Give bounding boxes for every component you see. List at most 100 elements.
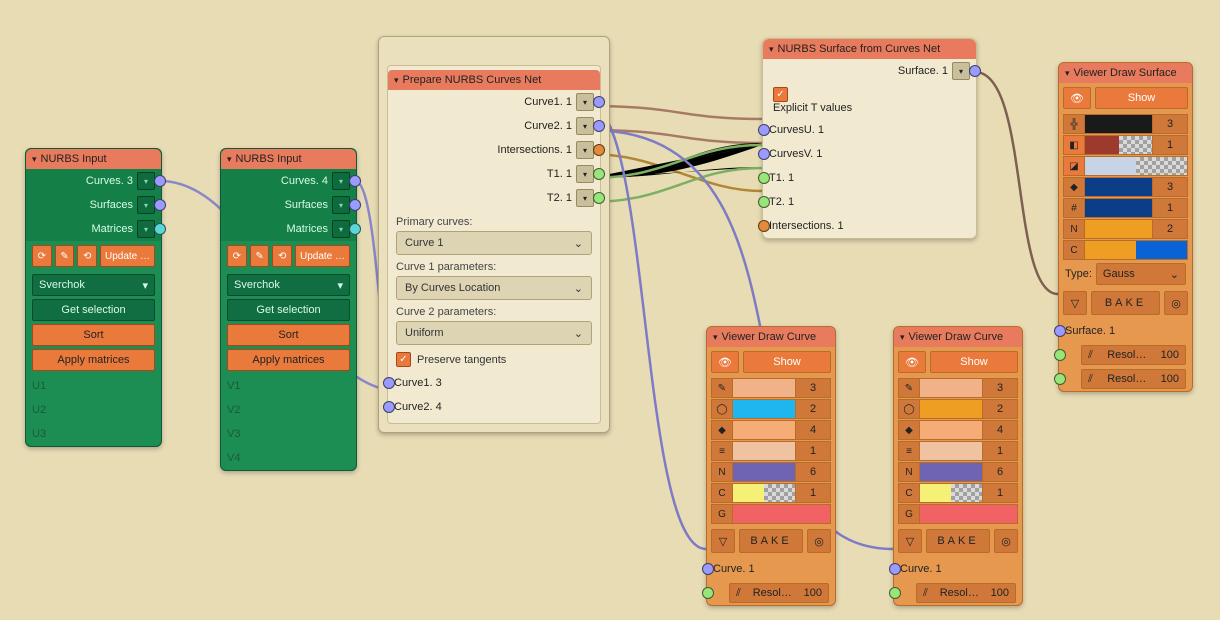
swatch-row[interactable]: ◯2 bbox=[898, 399, 1018, 419]
apply-matrices-button[interactable]: Apply matrices bbox=[227, 349, 350, 371]
socket-icon[interactable] bbox=[593, 96, 605, 108]
row-icon[interactable]: ✎ bbox=[711, 378, 733, 398]
node-header[interactable]: ▾ NURBS Surface from Curves Net bbox=[763, 39, 976, 59]
node-surface-from-curves-net[interactable]: ▾ NURBS Surface from Curves Net Surface.… bbox=[762, 38, 977, 239]
row-value[interactable]: 2 bbox=[983, 399, 1018, 419]
color-swatch[interactable] bbox=[733, 483, 796, 503]
row-value[interactable]: 4 bbox=[796, 420, 831, 440]
swatch-row[interactable]: ◪ bbox=[1063, 156, 1188, 176]
color-swatch[interactable] bbox=[920, 483, 983, 503]
resolution-slider[interactable]: ⫽ Resol… 100 bbox=[916, 583, 1016, 603]
row-value[interactable]: 4 bbox=[983, 420, 1018, 440]
target-icon[interactable]: ◎ bbox=[994, 529, 1018, 553]
output-surfaces[interactable]: Surfaces ▾ bbox=[221, 193, 356, 217]
color-swatch[interactable] bbox=[1085, 114, 1153, 134]
socket-icon[interactable] bbox=[349, 199, 361, 211]
row-icon[interactable]: ╬ bbox=[1063, 114, 1085, 134]
color-swatch[interactable] bbox=[1085, 219, 1153, 239]
output-matrices[interactable]: Matrices ▾ bbox=[221, 217, 356, 241]
socket-icon[interactable] bbox=[593, 192, 605, 204]
color-swatch[interactable] bbox=[1085, 156, 1188, 176]
ops-icon[interactable]: ⟳ bbox=[227, 245, 247, 267]
target-icon[interactable]: ◎ bbox=[1164, 291, 1188, 315]
node-viewer-draw-curve-b[interactable]: ▾ Viewer Draw Curve 👁 Show ✎3◯2◆4≡1N6C1G… bbox=[893, 326, 1023, 606]
refresh-icon[interactable]: ⟲ bbox=[272, 245, 292, 267]
color-swatch[interactable] bbox=[920, 462, 983, 482]
row-value[interactable]: 1 bbox=[796, 441, 831, 461]
output-curves[interactable]: Curves. 3 ▾ bbox=[26, 169, 161, 193]
swatch-row[interactable]: C1 bbox=[898, 483, 1018, 503]
node-header[interactable]: ▾ Viewer Draw Surface bbox=[1059, 63, 1192, 83]
input-curve[interactable]: Curve. 1 bbox=[707, 557, 835, 581]
socket-icon[interactable] bbox=[154, 223, 166, 235]
update-button[interactable]: Update … bbox=[100, 245, 155, 267]
swatch-row[interactable]: ╬3 bbox=[1063, 114, 1188, 134]
output-curve1[interactable]: Curve1. 1 ▾ bbox=[388, 90, 600, 114]
row-value[interactable]: 3 bbox=[1153, 114, 1188, 134]
socket-icon[interactable] bbox=[593, 168, 605, 180]
dropdown-icon[interactable]: ▾ bbox=[137, 172, 155, 190]
row-icon[interactable]: ◯ bbox=[898, 399, 920, 419]
row-icon[interactable]: ◯ bbox=[711, 399, 733, 419]
input-resolution-u[interactable]: ⫽ Resol… 100 bbox=[1059, 343, 1192, 367]
color-swatch[interactable] bbox=[733, 399, 796, 419]
node-nurbs-input-b[interactable]: ▾ NURBS Input Curves. 4 ▾ Surfaces ▾ Mat… bbox=[220, 148, 357, 471]
color-swatch[interactable] bbox=[733, 420, 796, 440]
bake-button[interactable]: BAKE bbox=[739, 529, 803, 553]
socket-icon[interactable] bbox=[889, 587, 901, 599]
input-intersections[interactable]: Intersections. 1 bbox=[763, 214, 976, 238]
socket-icon[interactable] bbox=[702, 587, 714, 599]
socket-icon[interactable] bbox=[154, 199, 166, 211]
row-icon[interactable]: ◆ bbox=[1063, 177, 1085, 197]
dropdown-icon[interactable]: ▾ bbox=[332, 172, 350, 190]
input-curves-v[interactable]: CurvesV. 1 bbox=[763, 142, 976, 166]
get-selection-button[interactable]: Get selection bbox=[32, 299, 155, 321]
row-icon[interactable]: ◪ bbox=[1063, 156, 1085, 176]
input-curve1[interactable]: Curve1. 3 bbox=[388, 371, 600, 395]
input-resolution[interactable]: ⫽ Resol… 100 bbox=[707, 581, 835, 605]
node-viewer-draw-surface[interactable]: ▾ Viewer Draw Surface 👁 Show ╬3◧1◪◆3#1N2… bbox=[1058, 62, 1193, 392]
socket-icon[interactable] bbox=[758, 148, 770, 160]
swatch-row[interactable]: ◆3 bbox=[1063, 177, 1188, 197]
socket-icon[interactable] bbox=[758, 172, 770, 184]
row-icon[interactable]: ✎ bbox=[898, 378, 920, 398]
row-icon[interactable]: N bbox=[898, 462, 920, 482]
show-button[interactable]: Show bbox=[930, 351, 1018, 373]
color-swatch[interactable] bbox=[733, 441, 796, 461]
sort-button[interactable]: Sort bbox=[32, 324, 155, 346]
swatch-row[interactable]: ≡1 bbox=[898, 441, 1018, 461]
color-swatch[interactable] bbox=[920, 378, 983, 398]
apply-matrices-button[interactable]: Apply matrices bbox=[32, 349, 155, 371]
swatch-row[interactable]: N6 bbox=[711, 462, 831, 482]
dropdown-icon[interactable]: ▾ bbox=[576, 141, 594, 159]
node-header[interactable]: ▾ Prepare NURBS Curves Net bbox=[388, 70, 600, 90]
swatch-row[interactable]: G bbox=[898, 504, 1018, 524]
swatch-row[interactable]: ◆4 bbox=[711, 420, 831, 440]
node-header[interactable]: ▾ NURBS Input bbox=[26, 149, 161, 169]
get-selection-button[interactable]: Get selection bbox=[227, 299, 350, 321]
visibility-toggle[interactable]: 👁 bbox=[898, 351, 926, 373]
socket-icon[interactable] bbox=[969, 65, 981, 77]
row-value[interactable]: 1 bbox=[983, 441, 1018, 461]
socket-icon[interactable] bbox=[758, 124, 770, 136]
primary-select[interactable]: Curve 1⌄ bbox=[396, 231, 592, 255]
output-surfaces[interactable]: Surfaces ▾ bbox=[26, 193, 161, 217]
target-icon[interactable]: ◎ bbox=[807, 529, 831, 553]
dropdown-icon[interactable]: ▾ bbox=[576, 117, 594, 135]
row-icon[interactable]: C bbox=[1063, 240, 1085, 260]
input-surface[interactable]: Surface. 1 bbox=[1059, 319, 1192, 343]
dropdown-icon[interactable]: ▾ bbox=[576, 93, 594, 111]
swatch-row[interactable]: ✎3 bbox=[898, 378, 1018, 398]
row-icon[interactable]: ◧ bbox=[1063, 135, 1085, 155]
dropdown-icon[interactable]: ▾ bbox=[576, 165, 594, 183]
node-nurbs-input-a[interactable]: ▾ NURBS Input Curves. 3 ▾ Surfaces ▾ Mat… bbox=[25, 148, 162, 447]
color-swatch[interactable] bbox=[1085, 240, 1188, 260]
node-header[interactable]: ▾ Viewer Draw Curve bbox=[707, 327, 835, 347]
row-value[interactable]: 1 bbox=[796, 483, 831, 503]
color-swatch[interactable] bbox=[1085, 198, 1153, 218]
dropdown-icon[interactable]: ▾ bbox=[952, 62, 970, 80]
swatch-row[interactable]: ✎3 bbox=[711, 378, 831, 398]
row-value[interactable]: 3 bbox=[983, 378, 1018, 398]
output-intersections[interactable]: Intersections. 1 ▾ bbox=[388, 138, 600, 162]
tri-icon[interactable]: ▽ bbox=[711, 529, 735, 553]
